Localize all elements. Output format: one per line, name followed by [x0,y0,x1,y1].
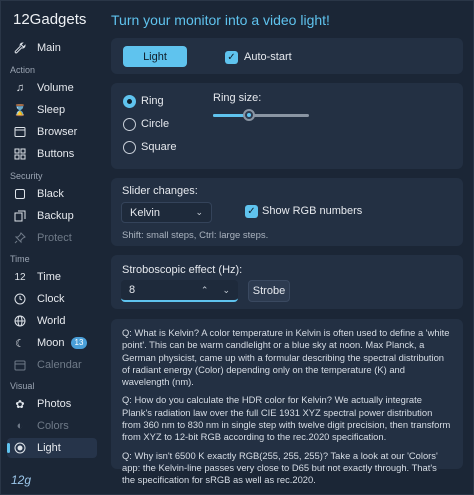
unit-dropdown[interactable]: Kelvin ⌄ [121,202,212,223]
sidebar: 12Gadgets Main Action ♫ Volume ⌛ Sleep B… [1,1,105,495]
show-rgb-checkbox[interactable]: ✓ [245,205,258,218]
music-note-icon: ♫ [15,82,25,94]
app-logo: 12g [11,473,32,487]
sidebar-item-label: Calendar [37,359,82,371]
shape-card: Ring Circle Square Ring size: [111,83,463,169]
light-button[interactable]: Light [123,46,187,67]
ring-label: Ring [141,95,164,107]
page-title: Turn your monitor into a video light! [111,12,330,28]
faq-item: Q: Why isn't 6500 K exactly RGB(255, 255… [122,449,438,486]
faq-item: Q: How do you calculate the HDR color fo… [122,394,451,443]
calendar-icon [13,358,27,372]
sidebar-item-label: Buttons [37,148,75,160]
square-icon [13,187,27,201]
app-window: 12Gadgets Main Action ♫ Volume ⌛ Sleep B… [0,0,474,495]
photos-icon: ✿ [15,398,25,411]
sidebar-item-label: Protect [37,232,72,244]
sidebar-item-label: World [37,315,66,327]
sidebar-item-label: Backup [37,210,74,222]
sidebar-item-time[interactable]: 12 Time [7,267,97,287]
sidebar-item-world[interactable]: World [7,311,97,331]
section-visual: Visual [10,381,35,391]
palette-icon: ◐ [16,420,24,432]
show-rgb-label: Show RGB numbers [262,205,363,217]
twelve-hour-icon: 12 [14,271,26,283]
sidebar-item-volume[interactable]: ♫ Volume [7,78,97,98]
sidebar-item-backup[interactable]: Backup [7,206,97,226]
browser-window-icon [13,125,27,139]
sidebar-item-label: Main [37,42,61,54]
sidebar-item-colors[interactable]: ◐ Colors [7,416,97,436]
unit-dropdown-value: Kelvin [130,206,160,219]
circle-label: Circle [141,118,170,130]
sidebar-item-label: Light [37,442,61,454]
sidebar-item-browser[interactable]: Browser [7,122,97,142]
ring-size-slider[interactable] [243,109,255,121]
sidebar-item-photos[interactable]: ✿ Photos [7,394,97,414]
chevron-up-icon[interactable]: ⌃ [201,285,209,296]
faq-item: Q: What is Kelvin? A color temperature i… [122,327,450,388]
strobe-card: Stroboscopic effect (Hz): 8 ⌃ ⌄ Strobe [111,255,463,309]
clock-icon [13,292,27,306]
sidebar-item-black[interactable]: Black [7,184,97,204]
section-time: Time [10,254,30,264]
square-radio[interactable] [123,141,136,154]
shortcut-hint: Shift: small steps, Ctrl: large steps. [122,230,269,241]
sidebar-item-label: Time [37,271,62,283]
autostart-checkbox[interactable]: ✓ [225,51,238,64]
globe-icon [13,314,27,328]
hourglass-icon: ⌛ [13,104,27,117]
autostart-label: Auto-start [244,51,292,63]
section-action: Action [10,65,36,75]
light-ring-icon [13,441,27,455]
slider-changes-label: Slider changes: [122,185,198,197]
sidebar-item-label: Sleep [37,104,66,116]
ring-radio[interactable] [123,95,136,108]
sidebar-item-light[interactable]: Light [7,438,97,458]
strobe-button[interactable]: Strobe [248,280,290,302]
strobe-value: 8 [129,284,136,296]
sidebar-item-label: Black [37,188,64,200]
sidebar-item-sleep[interactable]: ⌛ Sleep [7,100,97,120]
moon-icon: ☾ [15,337,25,350]
sidebar-item-label: Browser [37,126,78,138]
slider-settings-card: Slider changes: Kelvin ⌄ ✓ Show RGB numb… [111,178,463,246]
strobe-label: Stroboscopic effect (Hz): [122,264,243,276]
sidebar-item-main[interactable]: Main [7,38,97,58]
sidebar-item-buttons[interactable]: Buttons [7,144,97,164]
wrench-icon [13,41,27,55]
sidebar-item-moon[interactable]: ☾ Moon 13 [7,333,97,353]
chevron-down-icon: ⌄ [195,207,203,217]
backup-copy-icon [13,209,27,223]
sidebar-item-label: Colors [37,420,69,432]
sidebar-item-calendar[interactable]: Calendar [7,355,97,375]
app-title: 12Gadgets [13,11,87,28]
square-label: Square [141,141,177,153]
sidebar-item-clock[interactable]: Clock [7,289,97,309]
section-security: Security [10,171,43,181]
sidebar-item-label: Clock [37,293,65,305]
chevron-down-icon[interactable]: ⌄ [222,285,230,296]
sidebar-item-label: Moon [37,337,65,349]
strobe-number-input[interactable]: 8 ⌃ ⌄ [121,280,238,302]
faq-card: Q: What is Kelvin? A color temperature i… [111,319,463,485]
moon-badge: 13 [70,337,88,349]
pin-icon [13,231,27,245]
sidebar-item-label: Volume [37,82,74,94]
grid-icon [13,147,27,161]
sidebar-item-protect[interactable]: Protect [7,228,97,248]
ring-size-label: Ring size: [213,92,262,104]
light-card: Light ✓ Auto-start [111,38,463,74]
sidebar-item-label: Photos [37,398,72,410]
circle-radio[interactable] [123,118,136,131]
